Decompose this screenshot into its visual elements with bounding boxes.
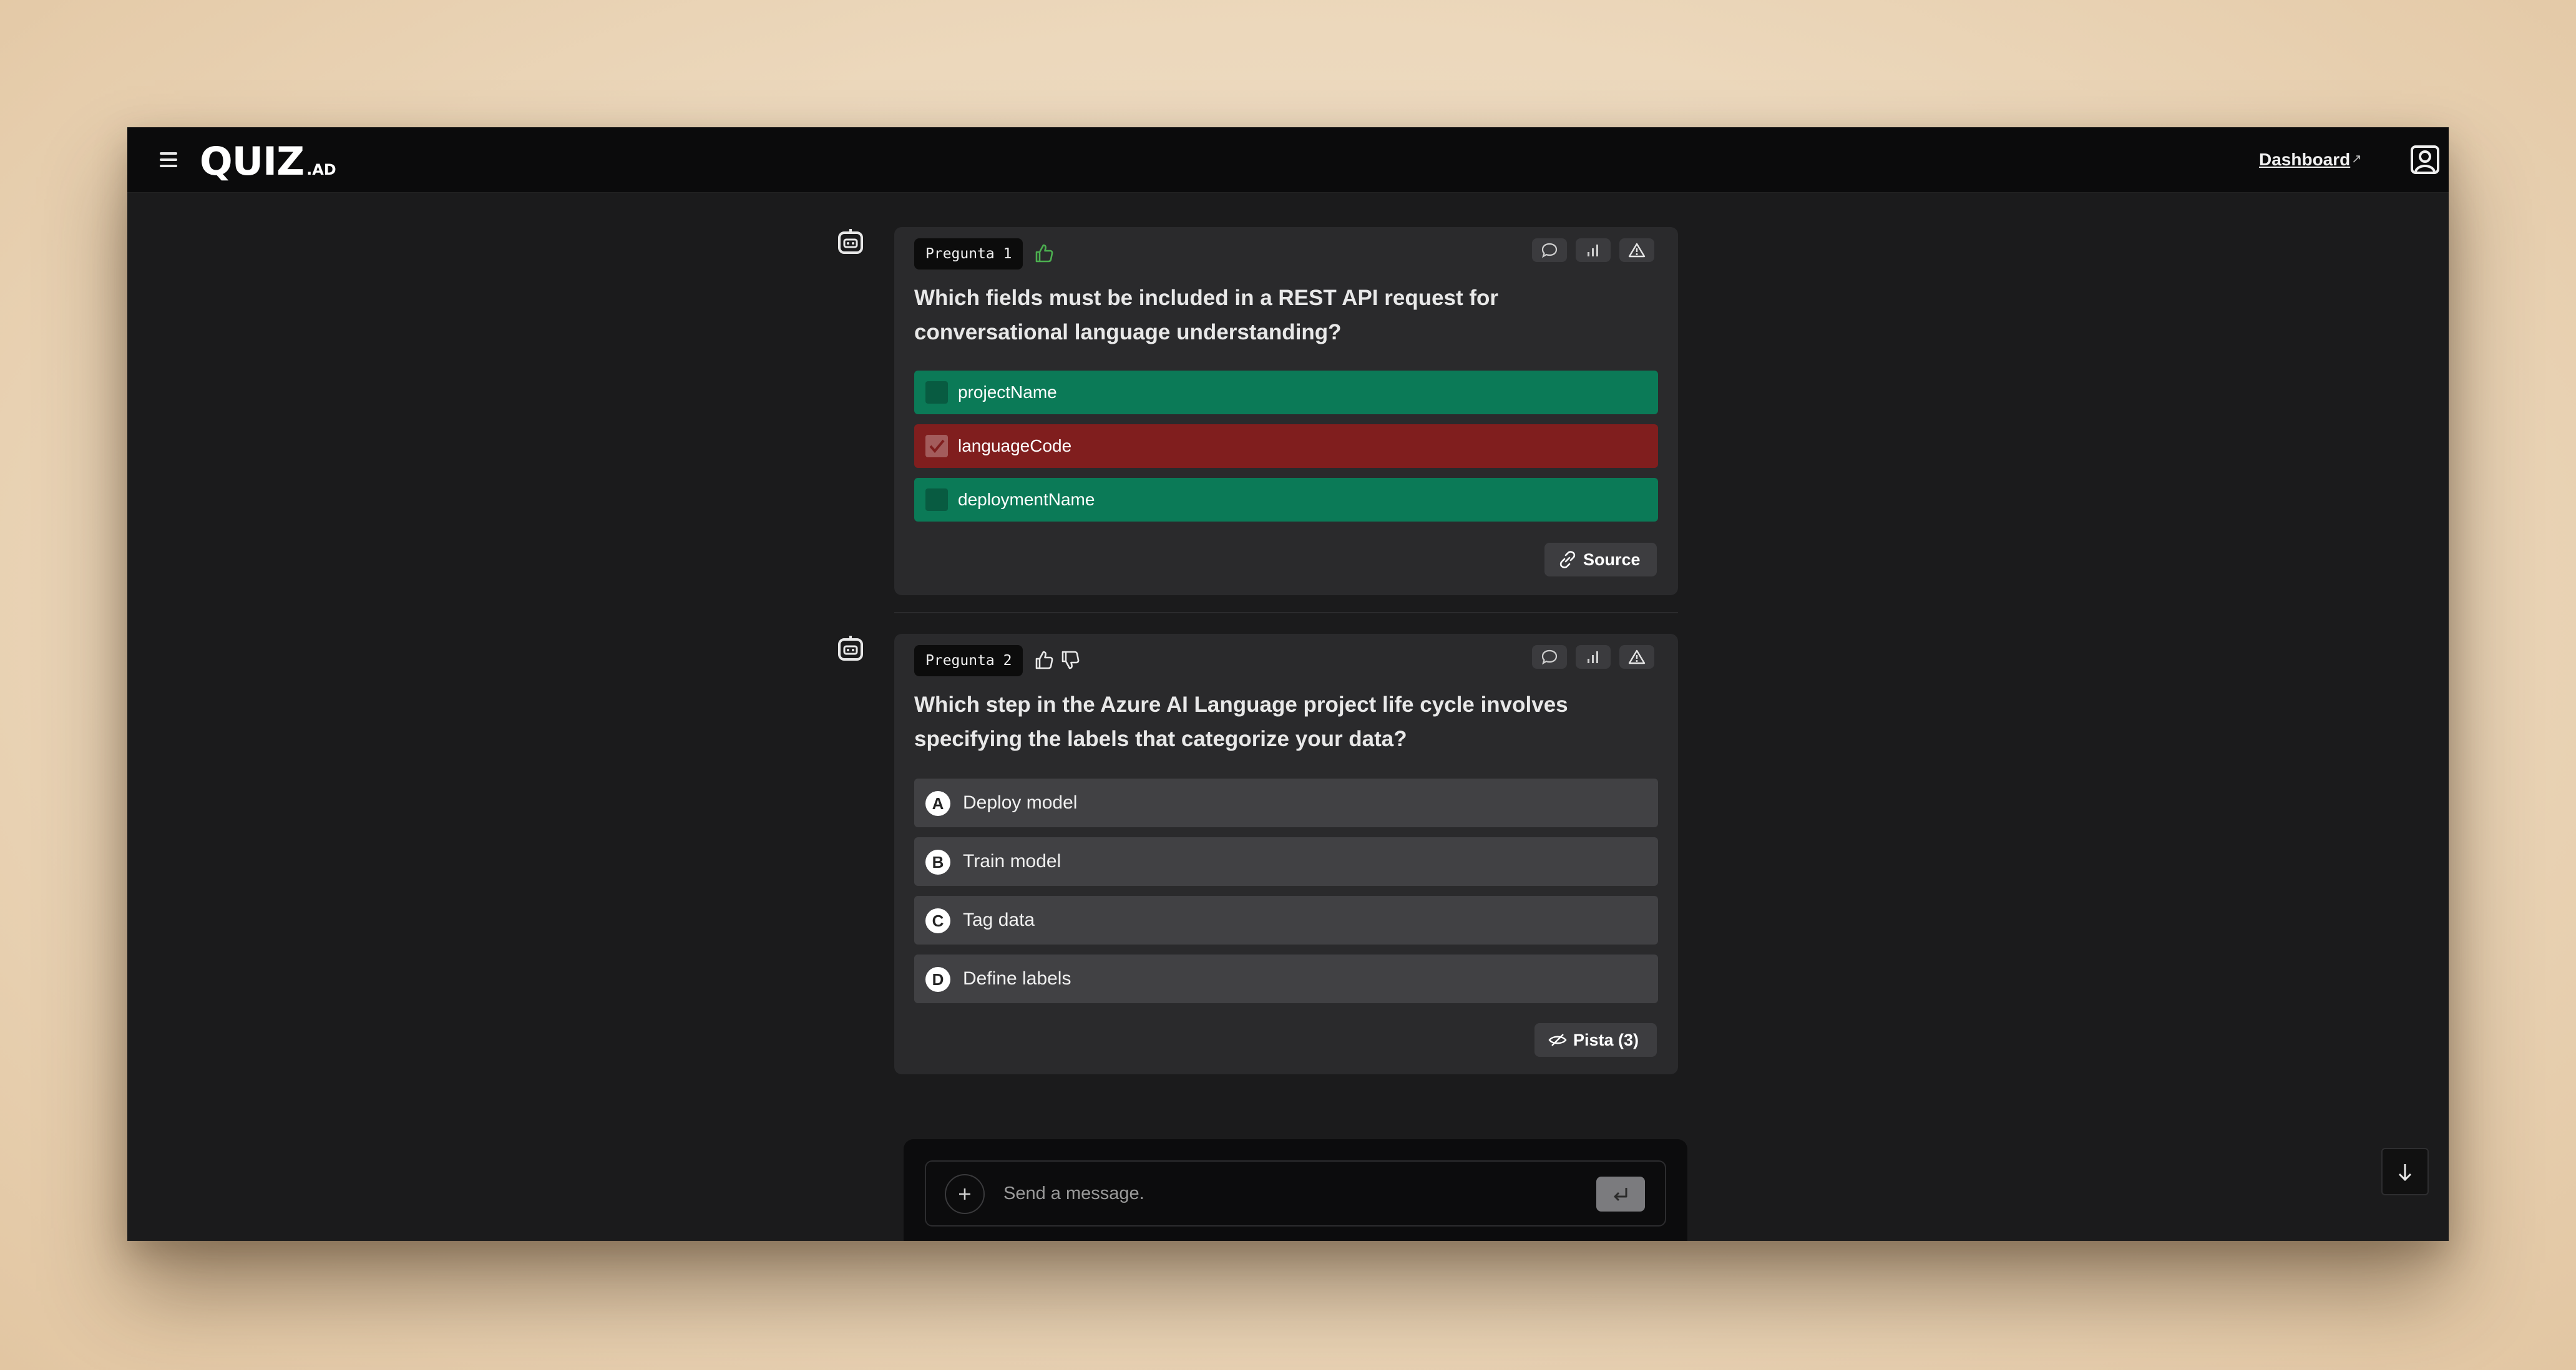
option-languagecode[interactable]: languageCode xyxy=(914,424,1658,468)
app-logo[interactable]: QUIZ .AD xyxy=(200,138,336,184)
question-badge: Pregunta 2 xyxy=(914,645,1023,676)
message-input[interactable] xyxy=(1003,1162,1565,1225)
checkbox[interactable] xyxy=(925,488,948,511)
external-link-icon: ↗ xyxy=(2351,152,2362,166)
option-letter: D xyxy=(925,967,950,992)
option-b[interactable]: B Train model xyxy=(914,837,1658,886)
option-letter: A xyxy=(925,791,950,816)
comment-icon xyxy=(1541,649,1558,665)
app-window: QUIZ .AD Dashboard ↗ Pregunta 1 Which fi… xyxy=(127,127,2449,1241)
menu-button[interactable] xyxy=(157,148,180,171)
logo-sub-text: .AD xyxy=(306,161,336,178)
menu-icon xyxy=(160,152,177,155)
link-icon xyxy=(1559,551,1576,568)
option-label: Deploy model xyxy=(963,792,1078,813)
warning-icon xyxy=(1628,243,1646,258)
hint-button[interactable]: Pista (3) xyxy=(1534,1023,1657,1057)
checkmark-icon xyxy=(929,439,945,454)
stats-icon xyxy=(1588,651,1598,663)
attach-button[interactable] xyxy=(945,1174,985,1214)
arrow-down-icon xyxy=(2398,1164,2412,1182)
thumbs-up-icon[interactable] xyxy=(1033,242,1055,265)
option-label: Tag data xyxy=(963,910,1035,930)
option-deploymentname[interactable]: deploymentName xyxy=(914,478,1658,522)
checkbox[interactable] xyxy=(925,435,948,457)
option-d[interactable]: D Define labels xyxy=(914,955,1658,1003)
logo-main-text: QUIZ xyxy=(200,138,305,184)
stats-icon xyxy=(1588,245,1598,256)
question-card-1: Pregunta 1 Which fields must be included… xyxy=(894,227,1678,595)
question-text: Which fields must be included in a REST … xyxy=(914,286,1499,344)
comment-icon xyxy=(1541,243,1558,258)
option-label: languageCode xyxy=(958,436,1072,455)
warning-icon xyxy=(1628,649,1646,664)
option-label: deploymentName xyxy=(958,490,1095,509)
report-button[interactable] xyxy=(1619,238,1654,262)
option-c[interactable]: C Tag data xyxy=(914,896,1658,945)
option-letter: B xyxy=(925,850,950,875)
source-button[interactable]: Source xyxy=(1544,543,1657,576)
bot-icon xyxy=(838,636,863,661)
message-composer xyxy=(904,1139,1687,1241)
report-button[interactable] xyxy=(1619,645,1654,669)
option-letter: C xyxy=(925,908,950,933)
bot-icon xyxy=(838,229,863,254)
top-bar: QUIZ .AD Dashboard ↗ xyxy=(127,127,2449,193)
question-card-2: Pregunta 2 Which step in the Azure AI La… xyxy=(894,634,1678,1074)
scroll-down-button[interactable] xyxy=(2381,1148,2429,1195)
option-label: projectName xyxy=(958,382,1057,402)
divider xyxy=(894,612,1678,613)
comment-button[interactable] xyxy=(1532,238,1567,262)
comment-button[interactable] xyxy=(1532,645,1567,669)
stats-button[interactable] xyxy=(1576,238,1611,262)
send-button[interactable] xyxy=(1596,1177,1645,1212)
plus-icon xyxy=(959,1188,970,1200)
user-icon xyxy=(2411,145,2439,174)
thumbs-down-icon[interactable] xyxy=(1059,649,1081,671)
source-label: Source xyxy=(1583,550,1641,569)
question-text: Which step in the Azure AI Language proj… xyxy=(914,692,1568,751)
dashboard-link[interactable]: Dashboard xyxy=(2259,150,2350,170)
option-projectname[interactable]: projectName xyxy=(914,371,1658,414)
question-badge: Pregunta 1 xyxy=(914,238,1023,270)
option-a[interactable]: A Deploy model xyxy=(914,779,1658,827)
hint-label: Pista (3) xyxy=(1573,1031,1639,1049)
enter-icon xyxy=(1614,1188,1627,1202)
hint-icon xyxy=(1548,1034,1567,1046)
thumbs-up-icon[interactable] xyxy=(1033,649,1055,671)
option-label: Train model xyxy=(963,851,1061,872)
user-profile-button[interactable] xyxy=(2410,145,2440,175)
option-label: Define labels xyxy=(963,968,1071,989)
stats-button[interactable] xyxy=(1576,645,1611,669)
composer-field xyxy=(925,1160,1666,1227)
checkbox[interactable] xyxy=(925,381,948,404)
